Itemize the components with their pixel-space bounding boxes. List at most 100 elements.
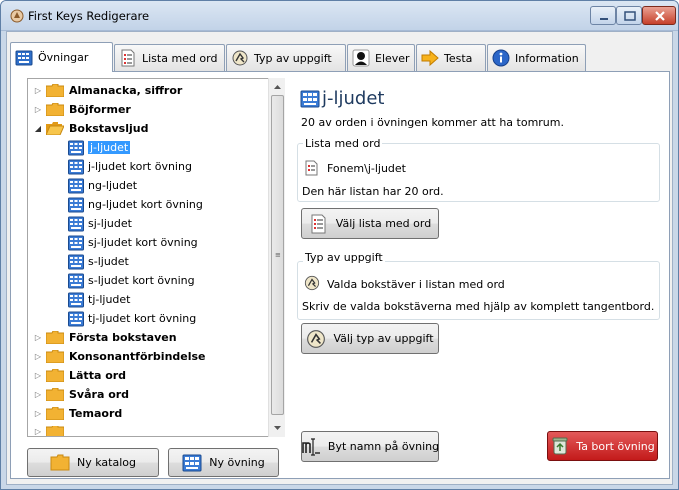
new-exercise-button[interactable]: Ny övning <box>168 448 279 477</box>
tree-item[interactable]: ng-ljudet kort övning <box>68 195 203 214</box>
expand-arrow-icon[interactable]: ▷ <box>33 427 43 436</box>
choose-task-type-button[interactable]: Välj typ av uppgift <box>301 323 439 354</box>
exercise-icon <box>68 178 84 193</box>
tree-item[interactable]: s-ljudet <box>68 252 129 271</box>
info-icon <box>492 49 510 67</box>
tree-folder[interactable]: ▷ Temaord <box>33 404 122 423</box>
word-list-path: Fonem\j-ljudet <box>327 162 406 175</box>
arrow-right-icon <box>421 49 439 67</box>
tree-label: ng-ljudet <box>88 179 138 192</box>
maximize-icon <box>624 11 636 21</box>
tab-lista-med-ord[interactable]: Lista med ord <box>114 44 225 71</box>
title-bar[interactable]: First Keys Redigerare <box>1 1 678 31</box>
word-list-icon <box>305 160 318 176</box>
close-icon <box>655 11 665 21</box>
tab-typ-av-uppgift-label: Typ av uppgift <box>254 51 332 65</box>
tree-folder[interactable]: ▷ Svåra ord <box>33 385 129 404</box>
tab-ovningar[interactable]: Övningar <box>10 42 113 72</box>
rename-exercise-label: Byt namn på övning <box>327 440 440 453</box>
tree-item[interactable]: tj-ljudet <box>68 290 131 309</box>
tree-item-j-ljudet[interactable]: j-ljudet <box>68 138 131 157</box>
delete-exercise-button[interactable]: Ta bort övning <box>547 431 658 461</box>
tree-label: Lätta ord <box>69 369 127 382</box>
maximize-button[interactable] <box>616 6 642 25</box>
task-type-icon <box>307 329 326 348</box>
tree-label: s-ljudet kort övning <box>88 274 195 287</box>
tab-elever[interactable]: Elever <box>347 44 415 71</box>
grip-icon: ≡ <box>275 251 281 259</box>
tree-label: Böjformer <box>69 103 131 116</box>
tab-information[interactable]: Information <box>487 44 586 71</box>
tree-item[interactable]: j-ljudet kort övning <box>68 157 192 176</box>
tree-folder-bokstavsljud[interactable]: ◢ Bokstavsljud <box>33 119 148 138</box>
exercise-icon <box>300 90 320 107</box>
tree-item[interactable]: sj-ljudet <box>68 214 132 233</box>
expand-arrow-icon[interactable]: ▷ <box>33 333 43 342</box>
tree-item[interactable]: ng-ljudet <box>68 176 137 195</box>
tree-folder-bojformer[interactable]: ▷ Böjformer <box>33 100 131 119</box>
expand-arrow-icon[interactable]: ▷ <box>33 86 43 95</box>
tab-testa[interactable]: Testa <box>416 44 486 71</box>
tree-label: Första bokstaven <box>69 331 177 344</box>
tree-folder-almanacka[interactable]: ▷ Almanacka, siffror <box>33 81 182 100</box>
tree-label: j-ljudet <box>88 141 131 154</box>
folder-icon <box>46 407 64 420</box>
folder-icon <box>46 103 64 116</box>
task-type-description: Skriv de valda bokstäverna med hjälp av … <box>302 300 655 313</box>
folder-icon <box>46 426 64 436</box>
exercise-title-text: j-ljudet <box>322 88 385 109</box>
folder-open-icon <box>46 122 64 135</box>
tree-item[interactable]: tj-ljudet kort övning <box>68 309 196 328</box>
tab-testa-label: Testa <box>444 51 473 65</box>
tree-item[interactable]: sj-ljudet kort övning <box>68 233 198 252</box>
task-type-name: Valda bokstäver i listan med ord <box>327 278 505 291</box>
new-folder-button[interactable]: Ny katalog <box>27 448 159 477</box>
word-list-icon <box>121 49 135 67</box>
tree-label: tj-ljudet <box>88 293 131 306</box>
minimize-button[interactable] <box>590 6 616 25</box>
exercise-tree[interactable]: ▷ Almanacka, siffror ▷ Böjformer ◢ Bokst… <box>27 78 285 437</box>
scroll-down-icon[interactable] <box>269 421 286 435</box>
expand-arrow-icon[interactable]: ▷ <box>33 105 43 114</box>
rename-exercise-button[interactable]: Byt namn på övning <box>301 431 439 462</box>
choose-word-list-label: Välj lista med ord <box>335 217 432 230</box>
folder-icon <box>46 350 64 363</box>
tree-folder[interactable]: ▷ Första bokstaven <box>33 328 177 347</box>
word-list-header: Lista med ord <box>303 137 383 150</box>
expand-arrow-icon[interactable]: ▷ <box>33 352 43 361</box>
tree-label: Konsonantförbindelse <box>69 350 206 363</box>
expand-arrow-icon[interactable]: ▷ <box>33 371 43 380</box>
tree-folder-partial[interactable]: ▷ <box>33 426 69 436</box>
close-button[interactable] <box>642 6 676 25</box>
tab-elever-label: Elever <box>375 51 410 65</box>
exercise-icon <box>68 292 84 307</box>
tree-folder[interactable]: ▷ Lätta ord <box>33 366 126 385</box>
choose-task-type-label: Välj typ av uppgift <box>333 332 434 345</box>
folder-icon <box>50 454 70 470</box>
scroll-thumb[interactable]: ≡ <box>271 95 284 415</box>
new-exercise-label: Ny övning <box>209 456 265 469</box>
choose-word-list-button[interactable]: Välj lista med ord <box>301 208 439 239</box>
tab-typ-av-uppgift[interactable]: Typ av uppgift <box>226 44 346 71</box>
tree-scrollbar[interactable]: ≡ <box>268 78 285 437</box>
expand-arrow-icon[interactable]: ▷ <box>33 390 43 399</box>
tree-label: s-ljudet <box>88 255 129 268</box>
folder-icon <box>46 388 64 401</box>
exercise-icon <box>68 254 84 269</box>
exercise-icon <box>68 273 84 288</box>
tab-information-label: Information <box>515 51 579 65</box>
collapse-arrow-icon[interactable]: ◢ <box>33 124 43 133</box>
window-title: First Keys Redigerare <box>28 9 150 23</box>
exercise-icon <box>15 50 33 65</box>
tab-ovningar-label: Övningar <box>38 51 89 64</box>
word-list-count: Den här listan har 20 ord. <box>302 185 444 198</box>
tree-label: Almanacka, siffror <box>69 84 183 97</box>
tree-item[interactable]: s-ljudet kort övning <box>68 271 195 290</box>
word-list-icon <box>311 214 326 233</box>
scroll-up-icon[interactable] <box>269 80 286 94</box>
trash-icon <box>552 437 568 455</box>
task-type-icon <box>304 275 320 291</box>
expand-arrow-icon[interactable]: ▷ <box>33 409 43 418</box>
tree-folder[interactable]: ▷ Konsonantförbindelse <box>33 347 206 366</box>
tree-label: ng-ljudet kort övning <box>88 198 203 211</box>
